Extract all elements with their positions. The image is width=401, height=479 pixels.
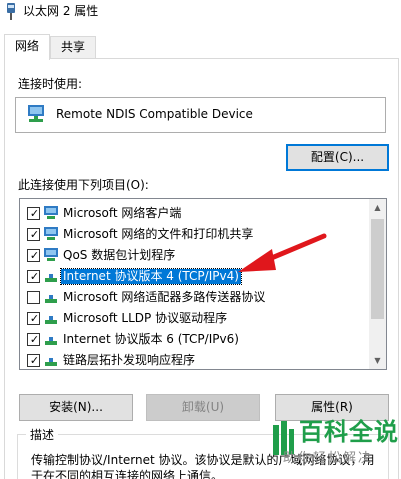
item-label: QoS 数据包计划程序	[63, 248, 176, 262]
connect-using-label: 连接时使用:	[18, 77, 83, 91]
checkbox[interactable]: ✓	[27, 312, 40, 325]
description-title: 描述	[26, 428, 59, 443]
item-label: Microsoft 网络客户端	[63, 206, 182, 220]
list-item[interactable]: ✓ Internet 协议版本 4 (TCP/IPv4)	[20, 266, 370, 287]
uninstall-button[interactable]: 卸载(U)	[146, 394, 260, 421]
checkbox[interactable]: ✓	[27, 354, 40, 367]
list-item[interactable]: ✓ Microsoft 网络客户端	[20, 203, 370, 224]
scroll-up-icon[interactable]: ▲	[369, 199, 386, 216]
configure-button[interactable]: 配置(C)...	[286, 144, 389, 171]
item-label: Internet 协议版本 6 (TCP/IPv6)	[63, 332, 239, 346]
list-item[interactable]: Microsoft 网络适配器多路传送器协议	[20, 287, 370, 308]
checkbox[interactable]: ✓	[27, 228, 40, 241]
tab-sharing[interactable]: 共享	[50, 36, 96, 58]
item-label: Microsoft 网络适配器多路传送器协议	[63, 290, 266, 304]
list-item[interactable]: ✓ Internet 协议版本 6 (TCP/IPv6)	[20, 329, 370, 350]
title-bar: 以太网 2 属性	[0, 0, 401, 30]
checkbox[interactable]: ✓	[27, 270, 40, 283]
network-card-icon	[28, 105, 44, 122]
list-item[interactable]: ✓ Microsoft LLDP 协议驱动程序	[20, 308, 370, 329]
tab-strip: 网络 共享	[0, 34, 401, 60]
vertical-scrollbar[interactable]: ▲ ▼	[369, 199, 386, 369]
items-label: 此连接使用下列项目(O):	[18, 178, 149, 192]
list-item[interactable]: ✓ 链路层拓扑发现响应程序	[20, 350, 370, 369]
watermark-title: 百科全说	[299, 418, 399, 446]
item-label: 链路层拓扑发现响应程序	[63, 353, 196, 367]
network-adapter-icon	[7, 3, 15, 20]
list-item[interactable]: ✓ QoS 数据包计划程序	[20, 245, 370, 266]
protocol-icon	[45, 274, 57, 282]
protocol-icon	[45, 316, 57, 324]
items-list[interactable]: ✓ Microsoft 网络客户端 ✓ Microsoft 网络的文件和打印机共…	[19, 198, 387, 370]
device-box: Remote NDIS Compatible Device	[15, 97, 386, 133]
window-title: 以太网 2 属性	[23, 4, 99, 18]
tab-network[interactable]: 网络	[4, 34, 50, 60]
protocol-icon	[45, 358, 57, 366]
network-service-icon	[44, 248, 58, 261]
protocol-icon	[45, 295, 57, 303]
protocol-icon	[45, 337, 57, 345]
list-item[interactable]: ✓ Microsoft 网络的文件和打印机共享	[20, 224, 370, 245]
install-button[interactable]: 安装(N)...	[19, 394, 133, 421]
device-name: Remote NDIS Compatible Device	[56, 107, 253, 121]
checkbox[interactable]: ✓	[27, 333, 40, 346]
scroll-thumb[interactable]	[371, 219, 384, 319]
network-client-icon	[44, 206, 58, 219]
watermark-subtitle: 助你轻松解决	[283, 451, 374, 466]
scroll-down-icon[interactable]: ▼	[369, 352, 386, 369]
checkbox[interactable]: ✓	[27, 207, 40, 220]
network-client-icon	[44, 227, 58, 240]
item-label: Microsoft LLDP 协议驱动程序	[63, 311, 228, 325]
item-label-selected: Internet 协议版本 4 (TCP/IPv4)	[60, 268, 242, 285]
item-label: Microsoft 网络的文件和打印机共享	[63, 227, 254, 241]
watermark: 百科全说 助你轻松解决	[273, 417, 399, 477]
checkbox-unchecked[interactable]	[27, 291, 40, 304]
checkbox[interactable]: ✓	[27, 249, 40, 262]
